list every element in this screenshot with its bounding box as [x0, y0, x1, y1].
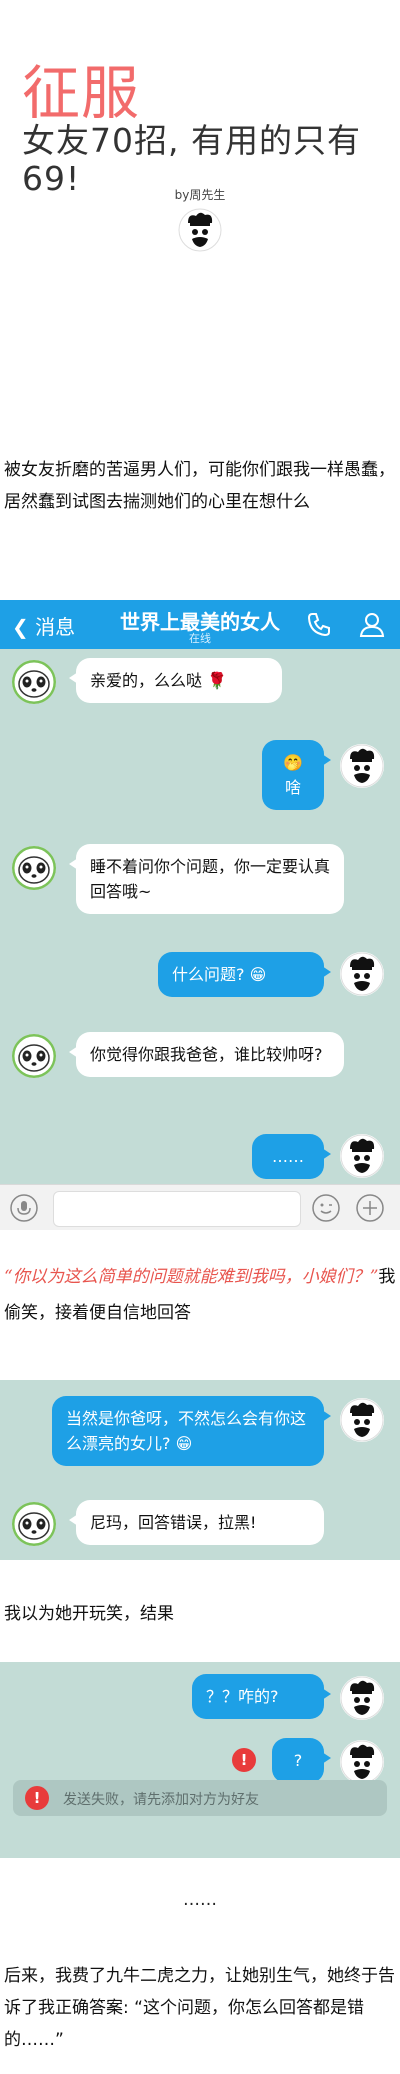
narration-paragraph: “你以为这么简单的问题就能难到我吗，小娘们？”我偷笑，接着便自信地回答	[4, 1259, 396, 1331]
message-bubble[interactable]: ?	[272, 1738, 331, 1783]
send-failed-icon[interactable]: !	[232, 1748, 256, 1772]
plus-icon[interactable]	[356, 1194, 384, 1226]
girlfriend-avatar-icon[interactable]	[12, 1034, 56, 1078]
user-avatar-icon[interactable]	[340, 952, 384, 996]
message-bubble[interactable]: 亲爱的，么么哒 🌹	[69, 658, 282, 703]
voice-icon[interactable]	[10, 1194, 38, 1226]
user-avatar-icon[interactable]	[340, 1740, 384, 1784]
girlfriend-avatar-icon[interactable]	[12, 1502, 56, 1546]
message-bubble[interactable]: 睡不着问你个问题，你一定要认真回答哦~	[69, 844, 344, 914]
input-bar	[0, 1184, 400, 1230]
intro-paragraph: 被女友折磨的苦逼男人们，可能你们跟我一样愚蠢，居然蠢到试图去揣测她们的心里在想什…	[4, 460, 395, 512]
message-bubble[interactable]: 你觉得你跟我爸爸，谁比较帅呀?	[69, 1032, 344, 1077]
emoji-icon[interactable]	[312, 1194, 340, 1226]
user-avatar-icon[interactable]	[340, 1134, 384, 1178]
message-bubble[interactable]: 当然是你爸呀，不然怎么会有你这么漂亮的女儿? 😁	[52, 1396, 331, 1466]
girlfriend-avatar-icon[interactable]	[12, 846, 56, 890]
system-message-text: 发送失败，请先添加对方为好友	[63, 1792, 259, 1808]
ellipsis-divider: ……	[183, 1890, 217, 1910]
byline: by周先生	[174, 188, 226, 202]
profile-icon[interactable]	[358, 610, 386, 642]
shy-emoji-icon: 🤭	[283, 753, 303, 772]
chat-window: 当然是你爸呀，不然怎么会有你这么漂亮的女儿? 😁 尼玛，回答错误，拉黑!	[0, 1380, 400, 1560]
user-avatar-icon[interactable]	[340, 744, 384, 788]
chat-window: ？？咋的? ! ? ! 发送失败，请先添加对方为好友	[0, 1662, 400, 1858]
user-avatar-icon[interactable]	[340, 1398, 384, 1442]
message-bubble[interactable]: 尼玛，回答错误，拉黑!	[69, 1500, 324, 1545]
message-bubble[interactable]: ？？咋的?	[192, 1674, 331, 1719]
message-bubble[interactable]: ……	[252, 1134, 331, 1179]
alert-icon: !	[25, 1786, 49, 1810]
message-bubble[interactable]: 🤭 啥	[262, 740, 331, 810]
user-avatar-icon[interactable]	[340, 1676, 384, 1720]
message-bubble[interactable]: 什么问题? 😁	[158, 952, 331, 997]
girlfriend-avatar-icon[interactable]	[12, 660, 56, 704]
handwritten-quote: “你以为这么简单的问题就能难到我吗，小娘们？”	[4, 1267, 379, 1287]
phone-icon[interactable]	[306, 611, 332, 641]
narration-paragraph: 我以为她开玩笑，结果	[4, 1604, 174, 1624]
message-input[interactable]	[53, 1191, 301, 1227]
chat-window: ❮ 消息 世界上最美的女人 在线 亲爱的，么么哒 🌹 🤭 啥 睡不着问你个问题，…	[0, 600, 400, 1230]
page-title: 征服	[22, 59, 141, 127]
system-message: ! 发送失败，请先添加对方为好友	[13, 1780, 387, 1816]
chat-header: ❮ 消息 世界上最美的女人 在线	[0, 600, 400, 649]
online-status: 在线	[189, 632, 211, 645]
ending-paragraph: 后来，我费了九牛二虎之力，让她别生气，她终于告诉了我正确答案: “这个问题，你怎…	[4, 1966, 395, 2050]
author-avatar-icon	[178, 208, 222, 252]
